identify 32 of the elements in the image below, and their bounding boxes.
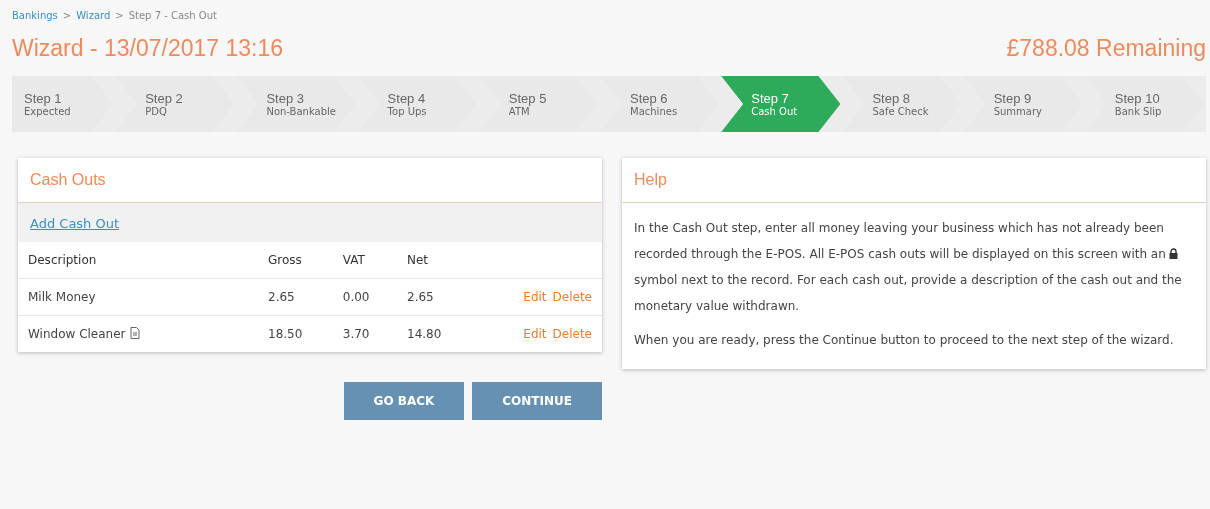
table-cell: 18.50 — [258, 315, 333, 352]
lock-icon — [1168, 248, 1178, 259]
table-cell: 2.65 — [397, 278, 472, 316]
wizard-step[interactable]: Step 7 Cash Out — [721, 76, 841, 132]
breadcrumb-current: Step 7 - Cash Out — [128, 10, 217, 21]
breadcrumb-separator: > — [115, 10, 124, 21]
edit-link[interactable]: Edit — [523, 327, 547, 341]
table-cell: 2.65 — [258, 278, 333, 316]
help-text: When you are ready, press the Continue button to proceed to the next step of the wizard. — [634, 332, 1175, 349]
table-cell: 3.70 — [332, 315, 397, 352]
table-cell: 14.80 — [397, 315, 472, 352]
column-header: Gross — [258, 242, 333, 279]
table-cell: 0.00 — [332, 278, 397, 316]
remaining-amount: £788.08 Remaining — [1006, 35, 1206, 62]
breadcrumb-link[interactable]: Wizard — [76, 10, 111, 21]
delete-link[interactable]: Delete — [552, 290, 592, 304]
table-cell: Window Cleaner — [18, 315, 258, 352]
add-cash-out-link[interactable]: Add Cash Out — [30, 216, 120, 231]
delete-link[interactable]: Delete — [552, 327, 592, 341]
go-back-button[interactable]: GO BACK — [343, 382, 465, 420]
table-cell: Milk Money — [18, 278, 258, 316]
edit-link[interactable]: Edit — [523, 290, 547, 304]
page-title: Wizard - 13/07/2017 13:16 — [12, 35, 284, 62]
continue-button[interactable]: CONTINUE — [472, 382, 602, 420]
column-header: Description — [18, 242, 258, 279]
document-icon — [129, 327, 140, 339]
column-header: VAT — [332, 242, 397, 279]
breadcrumb-separator: > — [62, 10, 72, 21]
column-header: Net — [397, 242, 472, 279]
breadcrumb-link[interactable]: Bankings — [12, 10, 58, 21]
help-text: symbol next to the record. For each cash out, provide a description of the cash out and the monetary value withdrawn. — [634, 273, 1182, 313]
panel-title: Help — [622, 158, 1206, 203]
